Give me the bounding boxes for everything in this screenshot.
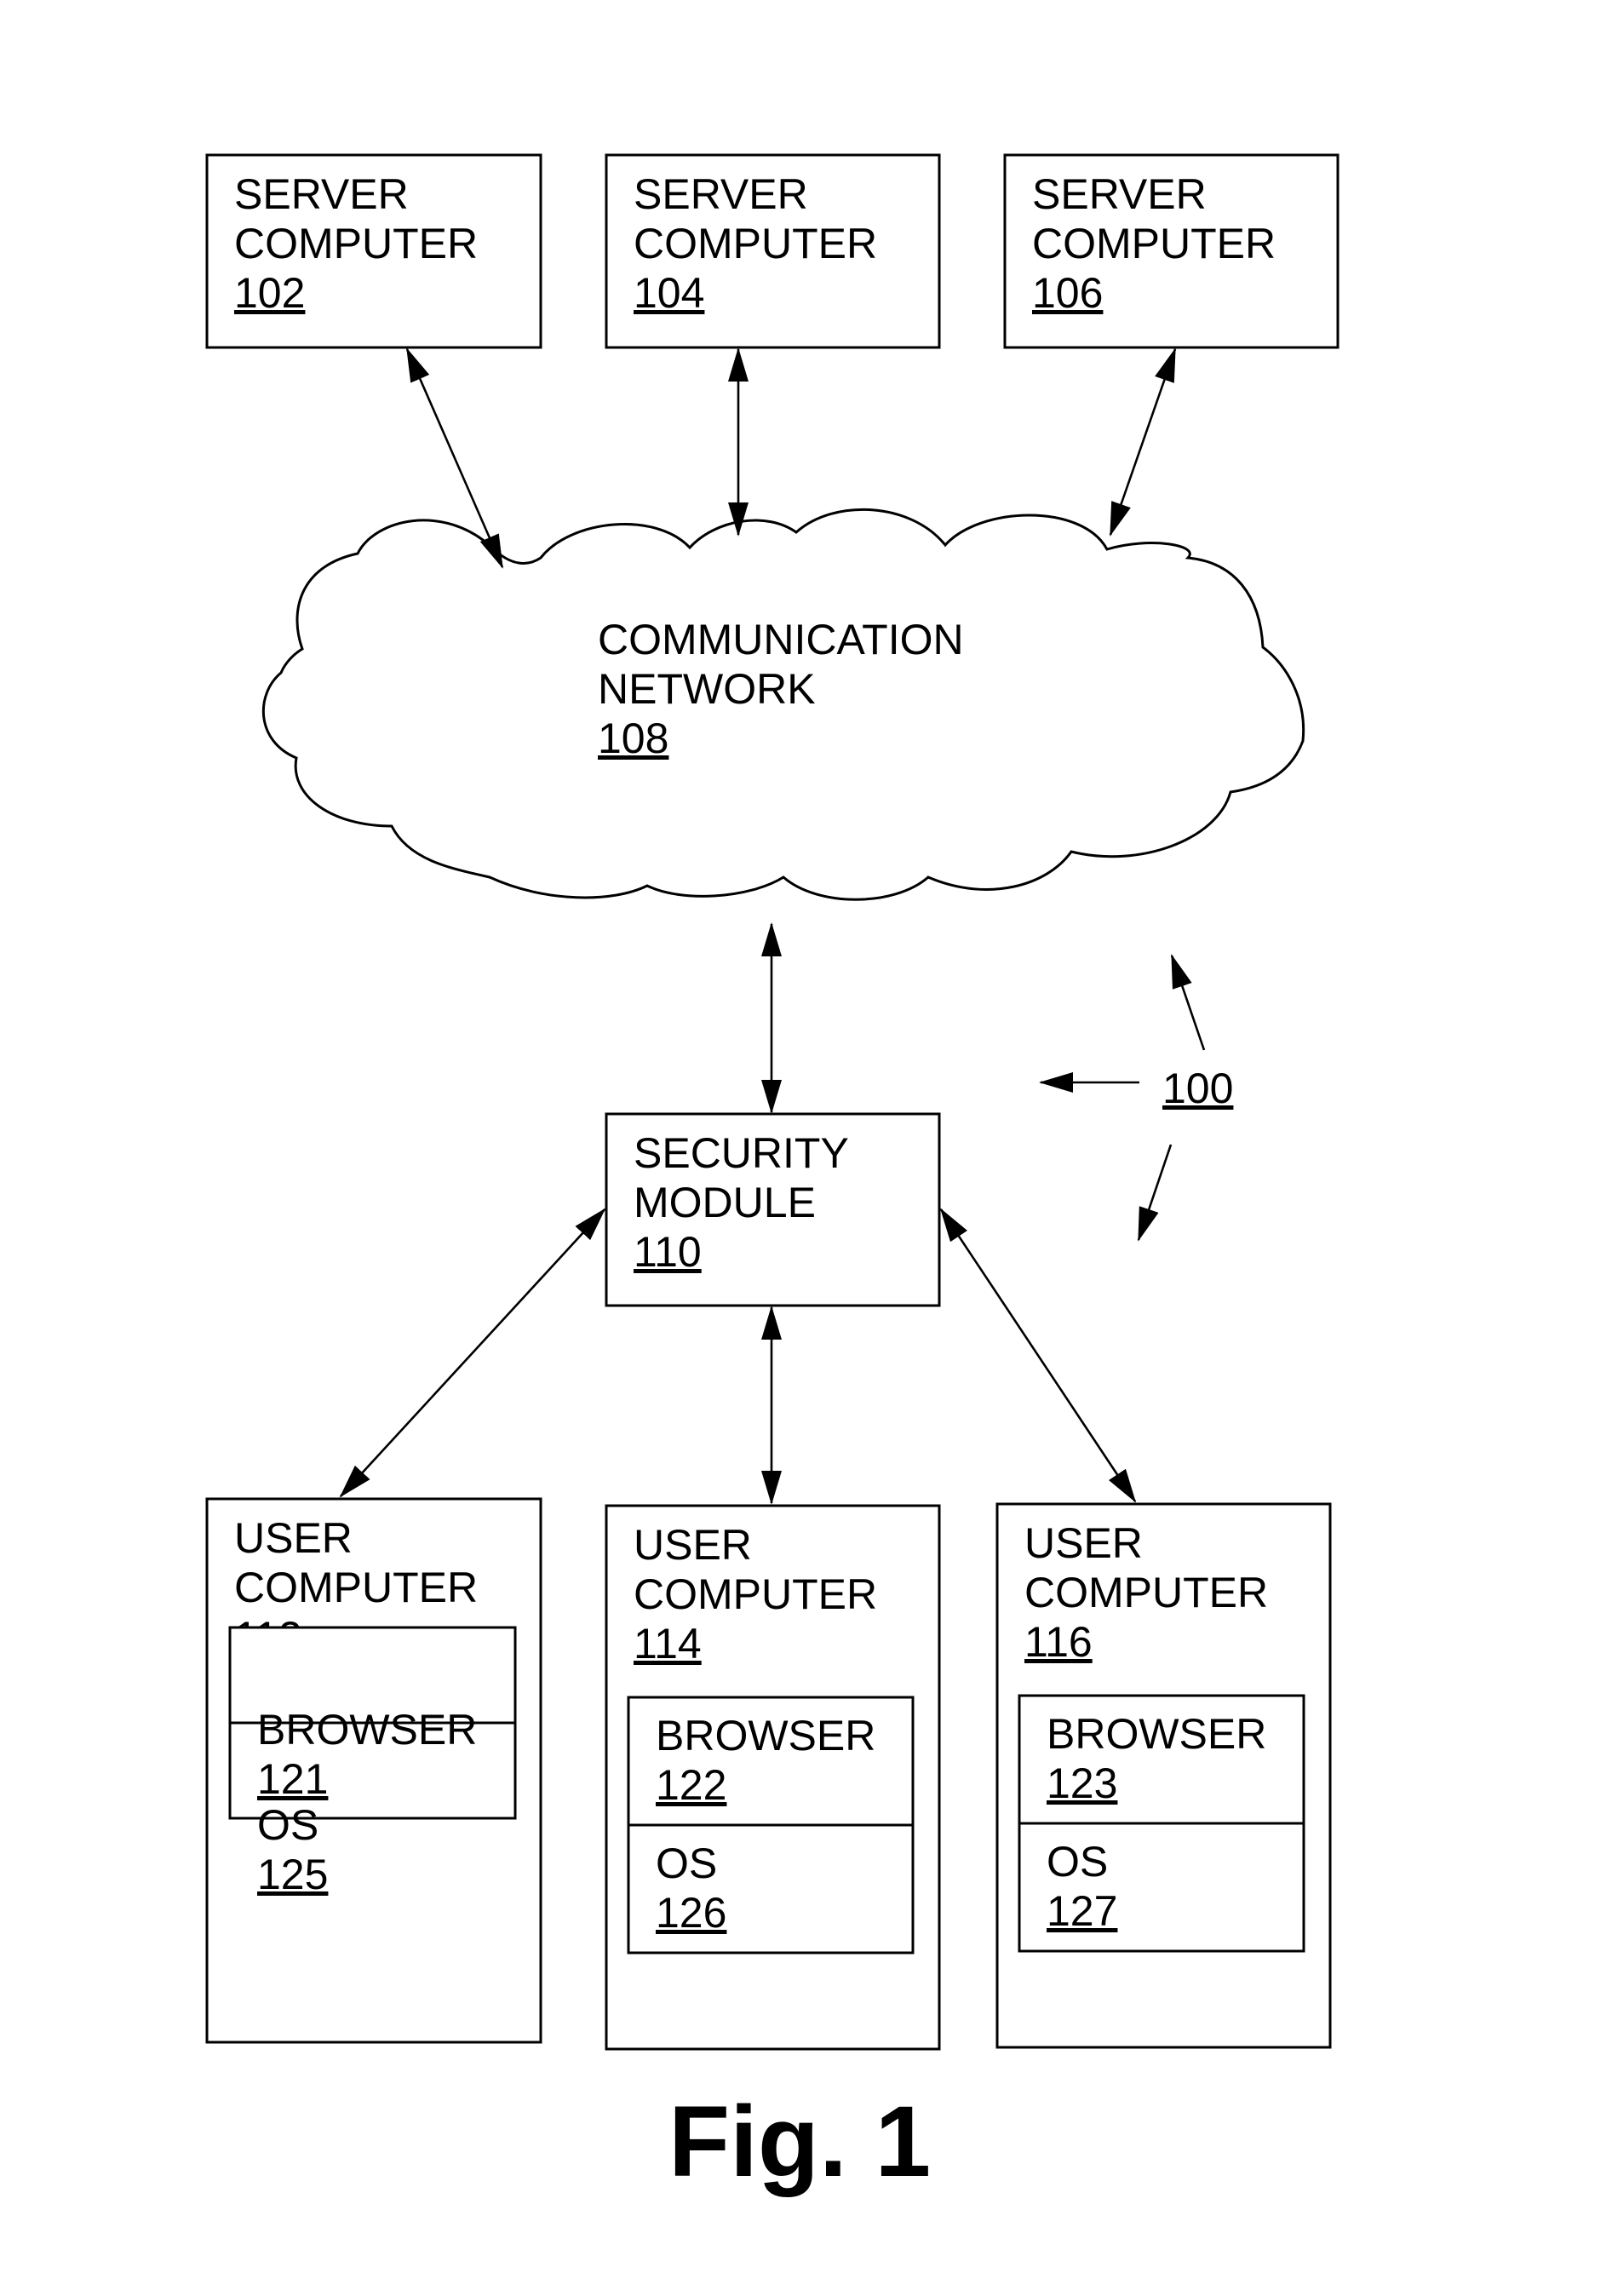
- security-label-line1: SECURITY: [634, 1129, 849, 1177]
- user-ref: 114: [634, 1620, 702, 1667]
- system-reference-100: 100: [1039, 954, 1233, 1242]
- network-label-line1: COMMUNICATION: [598, 616, 964, 663]
- server-label-line1: SERVER: [234, 170, 409, 218]
- security-label-line2: MODULE: [634, 1179, 816, 1226]
- user-ref: 116: [1024, 1618, 1093, 1666]
- server-ref: 102: [234, 269, 305, 317]
- figure-caption: Fig. 1: [668, 2086, 931, 2198]
- security-ref: 110: [634, 1228, 702, 1276]
- pointer-arrow-down: [1137, 1144, 1173, 1242]
- security-module-110: SECURITY MODULE 110: [605, 1112, 941, 1307]
- server-ref: 106: [1032, 269, 1103, 317]
- user-computer-116: USER COMPUTER 116 BROWSER 123 OS 127: [995, 1502, 1332, 2049]
- server-computer-104: SERVER COMPUTER 104: [605, 153, 941, 349]
- network-label-line2: NETWORK: [598, 665, 816, 713]
- user-computer-114: USER COMPUTER 114 BROWSER 122 OS 126: [605, 1504, 941, 2051]
- server-label-line2: COMPUTER: [1032, 220, 1276, 267]
- system-diagram: SERVER COMPUTER 102 SERVER COMPUTER 104 …: [205, 153, 1340, 2198]
- user-label-line2: COMPUTER: [1024, 1569, 1268, 1616]
- arrow-security-to-116: [939, 1208, 1137, 1503]
- network-ref: 108: [598, 715, 668, 762]
- browser-label: BROWSER: [1047, 1710, 1266, 1758]
- os-ref: 125: [257, 1851, 328, 1898]
- server-label-line2: COMPUTER: [634, 220, 877, 267]
- os-ref: 127: [1047, 1887, 1117, 1935]
- arrow-102-to-network: [405, 347, 504, 569]
- server-computer-102: SERVER COMPUTER 102: [205, 153, 542, 349]
- os-label: OS: [257, 1801, 318, 1849]
- arrow-security-to-112: [339, 1208, 606, 1498]
- user-label-line1: USER: [634, 1521, 752, 1569]
- communication-network-108: COMMUNICATION NETWORK 108: [261, 508, 1305, 901]
- system-ref-label: 100: [1162, 1065, 1233, 1112]
- arrow-106-to-network: [1109, 347, 1177, 537]
- os-label: OS: [1047, 1838, 1108, 1886]
- browser-ref: 123: [1047, 1759, 1117, 1807]
- user-label-line1: USER: [1024, 1519, 1143, 1567]
- pointer-arrow-up: [1170, 954, 1206, 1051]
- user-label-line2: COMPUTER: [634, 1570, 877, 1618]
- server-computer-106: SERVER COMPUTER 106: [1003, 153, 1340, 349]
- server-label-line1: SERVER: [1032, 170, 1207, 218]
- server-ref: 104: [634, 269, 704, 317]
- browser-ref: 121: [257, 1755, 328, 1803]
- server-label-line2: COMPUTER: [234, 220, 478, 267]
- user-label-line2: COMPUTER: [234, 1564, 478, 1611]
- os-ref: 126: [656, 1889, 726, 1937]
- server-label-line1: SERVER: [634, 170, 808, 218]
- browser-ref: 122: [656, 1761, 726, 1809]
- user-computer-112: USER COMPUTER 112 BROWSER 121 OS 125: [205, 1497, 542, 2044]
- os-label: OS: [656, 1840, 717, 1887]
- browser-label: BROWSER: [656, 1712, 875, 1759]
- user-label-line1: USER: [234, 1514, 353, 1562]
- browser-label: BROWSER: [257, 1706, 477, 1754]
